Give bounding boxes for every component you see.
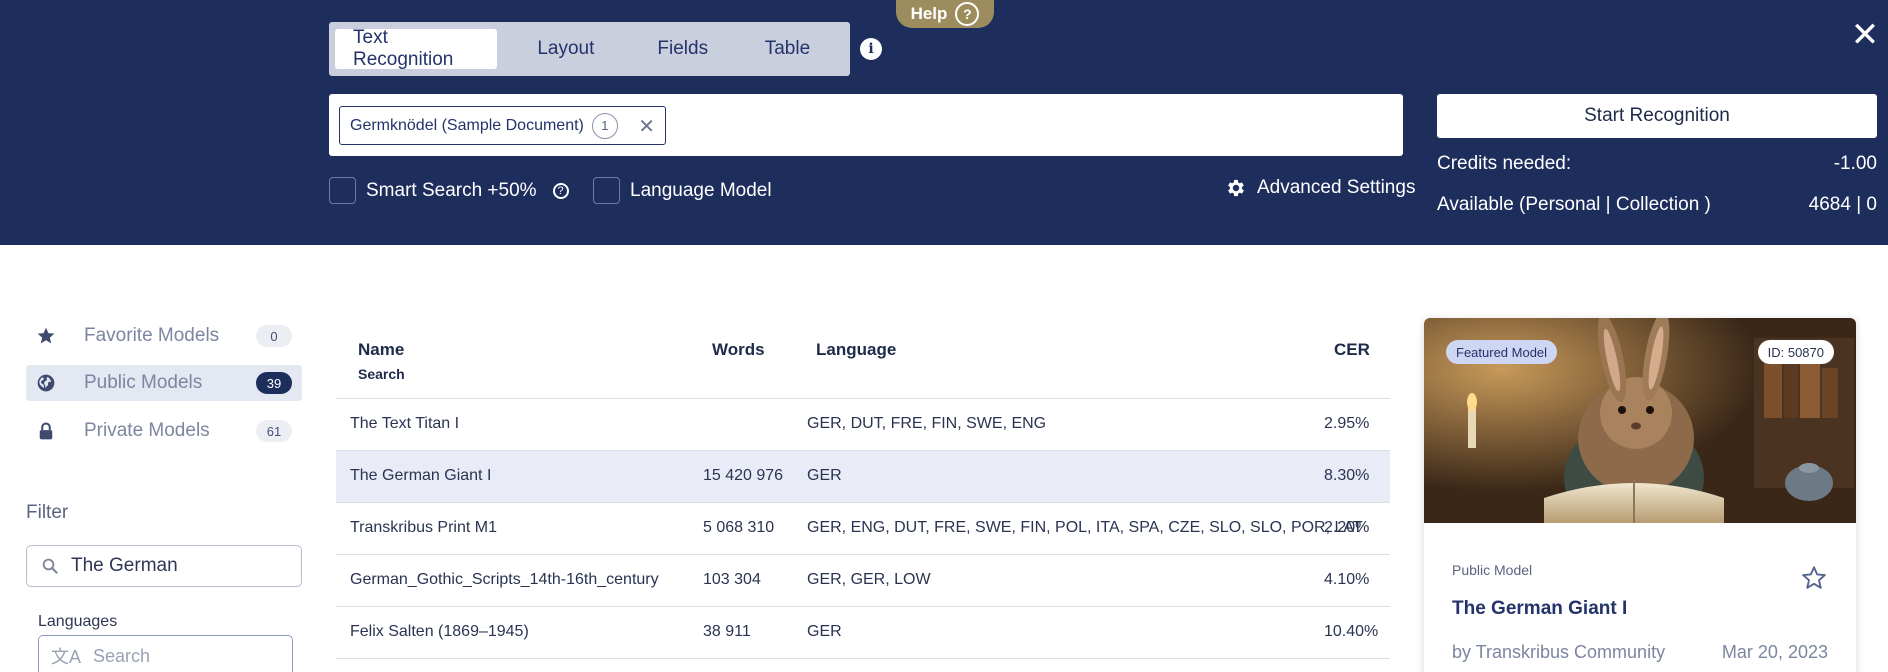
favorite-models-count: 0 — [256, 325, 292, 347]
name-search-field[interactable]: Search — [358, 366, 405, 382]
recognition-tabs: Text Recognition Layout Fields Table — [329, 22, 850, 76]
sidebar-item-label: Public Models — [84, 372, 203, 393]
model-language: GER — [807, 467, 842, 484]
model-language: GER — [807, 623, 842, 640]
filter-input-value: The German — [71, 555, 178, 576]
model-cer: 2.20% — [1324, 519, 1370, 536]
model-cer: 2.95% — [1324, 415, 1370, 432]
model-name: Transkribus Print M1 — [350, 519, 497, 536]
model-id-badge: ID: 50870 — [1757, 340, 1834, 364]
search-icon — [42, 558, 58, 574]
advanced-settings-button[interactable]: Advanced Settings — [1225, 177, 1415, 199]
start-recognition-button[interactable]: Start Recognition — [1437, 94, 1877, 138]
tab-table[interactable]: Table — [731, 29, 844, 69]
smart-search-checkbox[interactable] — [329, 177, 356, 204]
table-row[interactable]: Felix Salten (1869–1945) 38 911 GER 10.4… — [336, 607, 1390, 658]
smart-search-help-icon[interactable]: ? — [552, 182, 569, 199]
credits-available-value: 4684 | 0 — [1808, 194, 1877, 215]
translate-icon: 文A — [51, 647, 82, 667]
document-selection-box[interactable]: Germknödel (Sample Document) 1 ✕ — [329, 94, 1403, 156]
model-visibility-label: Public Model — [1452, 562, 1533, 578]
column-header-name[interactable]: Name — [358, 340, 404, 360]
sidebar-item-private-models[interactable]: Private Models 61 — [26, 413, 302, 449]
language-model-label: Language Model — [630, 179, 772, 201]
model-name: The German Giant I — [350, 467, 492, 484]
remove-document-icon[interactable]: ✕ — [638, 114, 655, 139]
tab-layout[interactable]: Layout — [497, 29, 635, 69]
languages-label: Languages — [38, 613, 118, 630]
model-language: GER, GER, LOW — [807, 571, 931, 588]
model-date: Mar 20, 2023 — [1721, 642, 1828, 662]
model-cer: 4.10% — [1324, 571, 1370, 588]
model-title: The German Giant I — [1452, 598, 1628, 619]
help-circle-icon: ? — [955, 2, 980, 26]
languages-search-input[interactable]: 文A Search — [38, 635, 293, 672]
model-language: GER, ENG, DUT, FRE, SWE, FIN, POL, ITA, … — [807, 519, 1363, 536]
public-models-count: 39 — [256, 372, 292, 394]
table-row[interactable]: The German Giant I 15 420 976 GER 8.30% — [336, 451, 1390, 502]
column-header-words[interactable]: Words — [712, 340, 765, 360]
table-row[interactable]: The Text Titan I GER, DUT, FRE, FIN, SWE… — [336, 399, 1390, 450]
gear-icon — [1228, 179, 1244, 197]
filter-search-input[interactable]: The German — [26, 545, 302, 587]
languages-placeholder: Search — [93, 645, 151, 666]
table-row[interactable]: German_Gothic_Scripts_14th-16th_century … — [336, 555, 1390, 606]
close-icon[interactable]: ✕ — [1848, 18, 1882, 52]
sidebar-item-public-models[interactable]: Public Models 39 — [26, 365, 302, 401]
filter-label: Filter — [26, 502, 69, 523]
sidebar-item-label: Private Models — [84, 420, 210, 441]
model-words: 103 304 — [703, 571, 761, 588]
help-label: Help — [910, 4, 948, 23]
model-name: The Text Titan I — [350, 415, 460, 432]
sidebar-item-favorite-models[interactable]: Favorite Models 0 — [26, 318, 302, 354]
recognition-page: Help ? ✕ Text Recognition Layout Fields … — [0, 0, 1888, 672]
credits-needed-label: Credits needed: — [1437, 153, 1572, 174]
model-name: Felix Salten (1869–1945) — [350, 623, 529, 640]
document-chip: Germknödel (Sample Document) 1 ✕ — [339, 106, 666, 145]
globe-icon — [37, 374, 55, 392]
column-header-cer[interactable]: CER — [1334, 340, 1370, 360]
help-button[interactable]: Help ? — [896, 0, 994, 28]
smart-search-option: Smart Search +50% ? — [329, 177, 569, 204]
smart-search-label: Smart Search +50% — [366, 179, 537, 201]
private-models-count: 61 — [256, 420, 292, 442]
model-cer: 8.30% — [1324, 467, 1370, 484]
recognition-header: Help ? ✕ Text Recognition Layout Fields … — [0, 0, 1888, 245]
credits-needed-value: -1.00 — [1833, 153, 1877, 174]
favorite-star-icon[interactable] — [1800, 564, 1828, 592]
tab-text-recognition[interactable]: Text Recognition — [335, 27, 498, 70]
language-model-option: Language Model — [593, 177, 772, 204]
featured-model-badge: Featured Model — [1446, 340, 1558, 364]
credits-needed-row: Credits needed: -1.00 — [1437, 153, 1877, 175]
info-icon[interactable]: i — [860, 38, 882, 60]
sidebar-item-label: Favorite Models — [84, 325, 220, 346]
credits-available-row: Available (Personal | Collection ) 4684 … — [1437, 194, 1877, 216]
star-icon — [37, 327, 55, 344]
document-page-count: 1 — [591, 112, 618, 139]
model-language: GER, DUT, FRE, FIN, SWE, ENG — [807, 415, 1047, 432]
model-name: German_Gothic_Scripts_14th-16th_century — [350, 571, 659, 588]
row-divider — [336, 658, 1390, 659]
lock-icon — [39, 422, 53, 440]
document-chip-label: Germknödel (Sample Document) — [350, 116, 584, 134]
language-model-checkbox[interactable] — [593, 177, 620, 204]
tab-fields[interactable]: Fields — [635, 29, 731, 69]
model-words: 15 420 976 — [703, 467, 784, 484]
model-author: by Transkribus Community — [1452, 642, 1666, 662]
credits-available-label: Available (Personal | Collection ) — [1437, 194, 1711, 215]
advanced-settings-label: Advanced Settings — [1257, 177, 1416, 198]
model-cer: 10.40% — [1324, 623, 1379, 640]
model-detail-card[interactable]: Featured Model ID: 50870 Public Model Th… — [1424, 318, 1856, 672]
table-row[interactable]: Transkribus Print M1 5 068 310 GER, ENG,… — [336, 503, 1390, 554]
column-header-language[interactable]: Language — [816, 340, 896, 360]
model-words: 38 911 — [703, 623, 751, 640]
model-words: 5 068 310 — [703, 519, 775, 536]
